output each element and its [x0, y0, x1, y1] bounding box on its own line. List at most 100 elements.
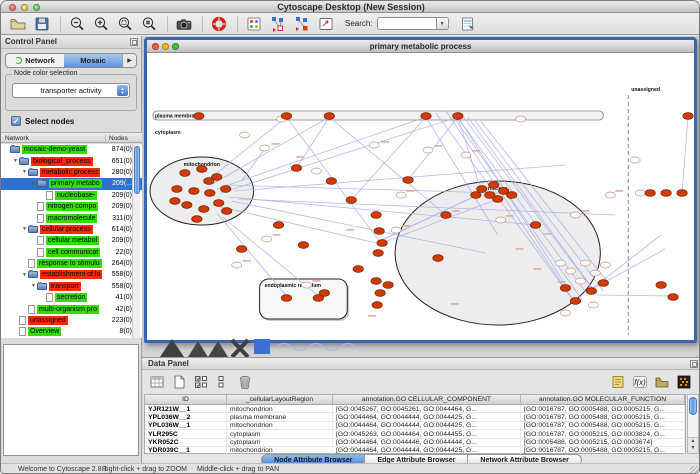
col-molecular-function[interactable]: annotation.GO MOLECULAR_FUNCTION	[521, 395, 685, 404]
birdseye-overview-panel[interactable]	[3, 344, 139, 456]
graph-node[interactable]	[403, 177, 413, 184]
tree-row[interactable]: response to stimulu264(0)	[1, 258, 142, 269]
graph-node-open[interactable]	[570, 212, 580, 218]
help-icon[interactable]	[208, 14, 230, 33]
search-input[interactable]: ▼	[377, 17, 449, 30]
tree-row[interactable]: ▼biological_process651(0)	[1, 155, 142, 166]
tree-row[interactable]: macromolecule311(0)	[1, 212, 142, 223]
import-table-icon[interactable]	[457, 14, 479, 33]
graph-node-open[interactable]	[496, 217, 506, 223]
expand-triangle-icon[interactable]: ▼	[21, 226, 28, 232]
graph-node[interactable]	[375, 290, 385, 297]
tree-row[interactable]: multi-organism pro42(0)	[1, 303, 142, 314]
graph-node-open[interactable]	[600, 262, 610, 268]
graph-node[interactable]	[324, 113, 334, 120]
attribute-table-icon[interactable]	[147, 373, 167, 391]
graph-node-open[interactable]	[575, 278, 585, 284]
graph-node[interactable]	[433, 255, 443, 262]
zoom-fit-icon[interactable]	[138, 14, 160, 33]
graph-node[interactable]	[371, 212, 381, 219]
graph-node[interactable]	[441, 212, 451, 219]
graph-node-open[interactable]	[423, 147, 433, 153]
tiny-node-label[interactable]	[557, 281, 565, 283]
graph-node-open[interactable]	[605, 192, 615, 198]
network-window-titlebar[interactable]: primary metabolic process	[147, 40, 694, 53]
tiny-node-label[interactable]	[368, 315, 376, 317]
graph-node-open[interactable]	[461, 152, 471, 158]
tiny-node-label[interactable]	[544, 233, 552, 235]
tiny-node-label[interactable]	[406, 190, 414, 192]
graph-node[interactable]	[182, 202, 192, 209]
expand-triangle-icon[interactable]: ▼	[21, 272, 28, 278]
graph-node[interactable]	[373, 250, 383, 257]
delete-attribute-icon[interactable]	[235, 373, 255, 391]
graph-node[interactable]	[683, 113, 693, 120]
expand-triangle-icon[interactable]: ▼	[30, 283, 37, 289]
expand-triangle-icon[interactable]: ▼	[21, 169, 28, 175]
graph-node[interactable]	[172, 186, 182, 193]
graph-node-open[interactable]	[560, 310, 570, 316]
tree-row[interactable]: Overview8(0)	[1, 326, 142, 337]
graph-node[interactable]	[281, 113, 291, 120]
graph-node[interactable]	[570, 298, 580, 305]
tree-row[interactable]: ▼cellular process614(0)	[1, 224, 142, 235]
graph-node-open[interactable]	[391, 227, 401, 233]
graph-node[interactable]	[530, 222, 540, 229]
graph-node[interactable]	[194, 113, 204, 120]
tree-row[interactable]: cell communicat22(0)	[1, 247, 142, 258]
zoom-selected-icon[interactable]	[114, 14, 136, 33]
load-attributes-icon[interactable]	[652, 373, 672, 391]
table-row[interactable]: YPL036W__1mitochondrion[GO:0044464, GO:0…	[145, 422, 685, 430]
tree-row[interactable]: ▼primary metabo209(...	[1, 178, 142, 189]
graph-node[interactable]	[180, 170, 190, 177]
tab-network[interactable]: Network	[6, 54, 64, 67]
graph-node-open[interactable]	[311, 168, 321, 174]
graph-node[interactable]	[197, 166, 207, 173]
tree-scrollbar[interactable]	[132, 144, 140, 338]
graph-node-open[interactable]	[396, 192, 406, 198]
table-row[interactable]: YLR295Ccytoplasm[GO:0045263, GO:0044464,…	[145, 430, 685, 438]
graph-node[interactable]	[656, 282, 666, 289]
node-color-selection-dropdown[interactable]: transporter activity ▲▼	[12, 83, 130, 98]
graph-node[interactable]	[489, 182, 499, 189]
tree-row[interactable]: mosaic-demo-yeast874(0)	[1, 144, 142, 155]
tiny-node-label[interactable]	[402, 225, 410, 227]
graph-node[interactable]	[645, 190, 655, 197]
graph-node-open[interactable]	[301, 282, 311, 288]
tiny-node-label[interactable]	[506, 215, 514, 217]
table-scroll-arrows[interactable]: ▲▼	[688, 437, 698, 453]
tiny-node-label[interactable]	[516, 248, 524, 250]
graph-node[interactable]	[353, 266, 363, 273]
graph-node[interactable]	[281, 295, 291, 302]
graph-node-open[interactable]	[588, 302, 598, 308]
graph-node[interactable]	[471, 192, 481, 199]
expand-triangle-icon[interactable]: ▼	[30, 181, 37, 187]
tab-mosaic[interactable]: Mosaic	[64, 54, 122, 67]
layout-edges-icon[interactable]	[291, 14, 313, 33]
tree-row[interactable]: nitrogen compo209(0)	[1, 201, 142, 212]
tree-row[interactable]: ▼transport558(0)	[1, 281, 142, 292]
graph-node-open[interactable]	[630, 157, 640, 163]
graph-node[interactable]	[453, 113, 463, 120]
graph-node-open[interactable]	[260, 145, 270, 151]
tiny-node-label[interactable]	[346, 229, 354, 231]
save-icon[interactable]	[31, 14, 53, 33]
tiny-node-label[interactable]	[534, 268, 542, 270]
zoom-out-icon[interactable]	[66, 14, 88, 33]
tree-row[interactable]: nucleobase-209(0)	[1, 190, 142, 201]
tiny-node-label[interactable]	[451, 303, 459, 305]
graph-node[interactable]	[421, 113, 431, 120]
tree-scrollbar-thumb[interactable]	[134, 146, 140, 194]
graph-node[interactable]	[677, 190, 687, 197]
tiny-node-label[interactable]	[312, 280, 320, 282]
graph-node-open[interactable]	[580, 260, 590, 266]
graph-node-open[interactable]	[556, 260, 566, 266]
tiny-node-label[interactable]	[273, 234, 281, 236]
graph-node[interactable]	[291, 165, 301, 172]
tree-row[interactable]: unassigned223(0)	[1, 315, 142, 326]
graph-node-open[interactable]	[590, 270, 600, 276]
attribute-matrix-icon[interactable]	[674, 373, 694, 391]
graph-node-open[interactable]	[232, 262, 242, 268]
graph-node[interactable]	[371, 278, 381, 285]
tree-row[interactable]: secretion41(0)	[1, 292, 142, 303]
